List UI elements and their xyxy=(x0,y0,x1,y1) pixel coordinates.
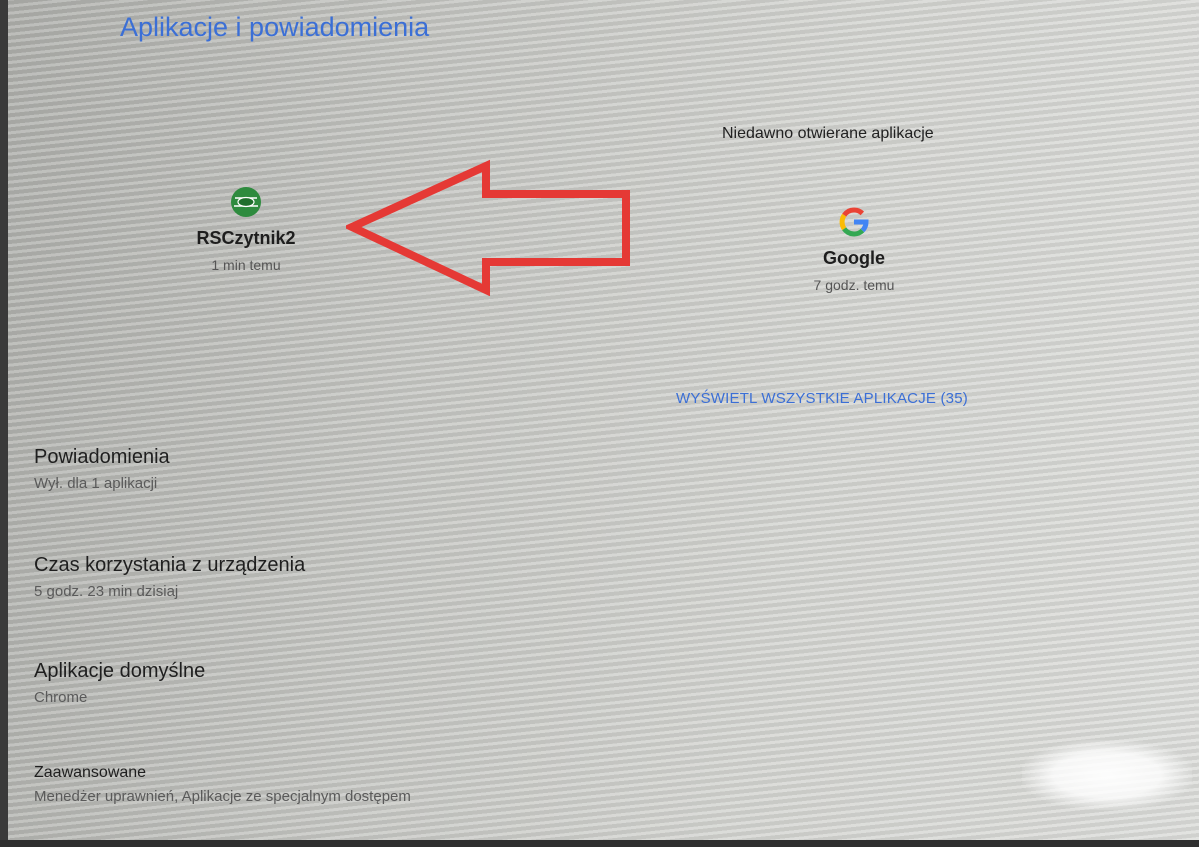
recent-app-rsczytnik2[interactable]: RSCzytnik2 1 min temu xyxy=(136,186,356,273)
page-title: Aplikacje i powiadomienia xyxy=(120,12,430,42)
settings-item-subtitle: Wył. dla 1 aplikacji xyxy=(34,475,158,492)
settings-item-advanced[interactable]: Zaawansowane Menedżer uprawnień, Aplikac… xyxy=(34,764,411,805)
settings-item-screen-time[interactable]: Czas korzystania z urządzenia 5 godz. 23… xyxy=(34,554,305,600)
app-name: Google xyxy=(823,248,885,268)
settings-screen xyxy=(0,0,1199,847)
screen-glare xyxy=(1022,740,1192,810)
settings-item-subtitle: Menedżer uprawnień, Aplikacje ze specjal… xyxy=(34,788,411,805)
app-last-used: 7 godz. temu xyxy=(813,277,895,293)
settings-item-subtitle: 5 godz. 23 min dzisiaj xyxy=(34,583,179,600)
settings-item-title: Powiadomienia xyxy=(34,446,170,468)
app-last-used: 1 min temu xyxy=(211,257,281,273)
see-all-apps-link[interactable]: WYŚWIETL WSZYSTKIE APLIKACJE (35) xyxy=(676,390,968,407)
rscz-app-icon xyxy=(230,186,262,218)
red-arrow-annotation-icon xyxy=(346,159,630,296)
app-name: RSCzytnik2 xyxy=(196,228,296,248)
google-g-icon xyxy=(838,206,870,238)
recent-apps-header: Niedawno otwierane aplikacje xyxy=(722,125,934,142)
settings-item-title: Zaawansowane xyxy=(34,764,147,781)
device-bezel-left xyxy=(0,0,8,847)
recent-app-google[interactable]: Google 7 godz. temu xyxy=(744,206,964,293)
settings-item-notifications[interactable]: Powiadomienia Wył. dla 1 aplikacji xyxy=(34,446,170,492)
settings-item-title: Aplikacje domyślne xyxy=(34,660,206,682)
settings-item-subtitle: Chrome xyxy=(34,689,88,706)
settings-item-default-apps[interactable]: Aplikacje domyślne Chrome xyxy=(34,660,205,706)
settings-item-title: Czas korzystania z urządzenia xyxy=(34,554,306,576)
device-bezel-bottom xyxy=(0,840,1199,847)
